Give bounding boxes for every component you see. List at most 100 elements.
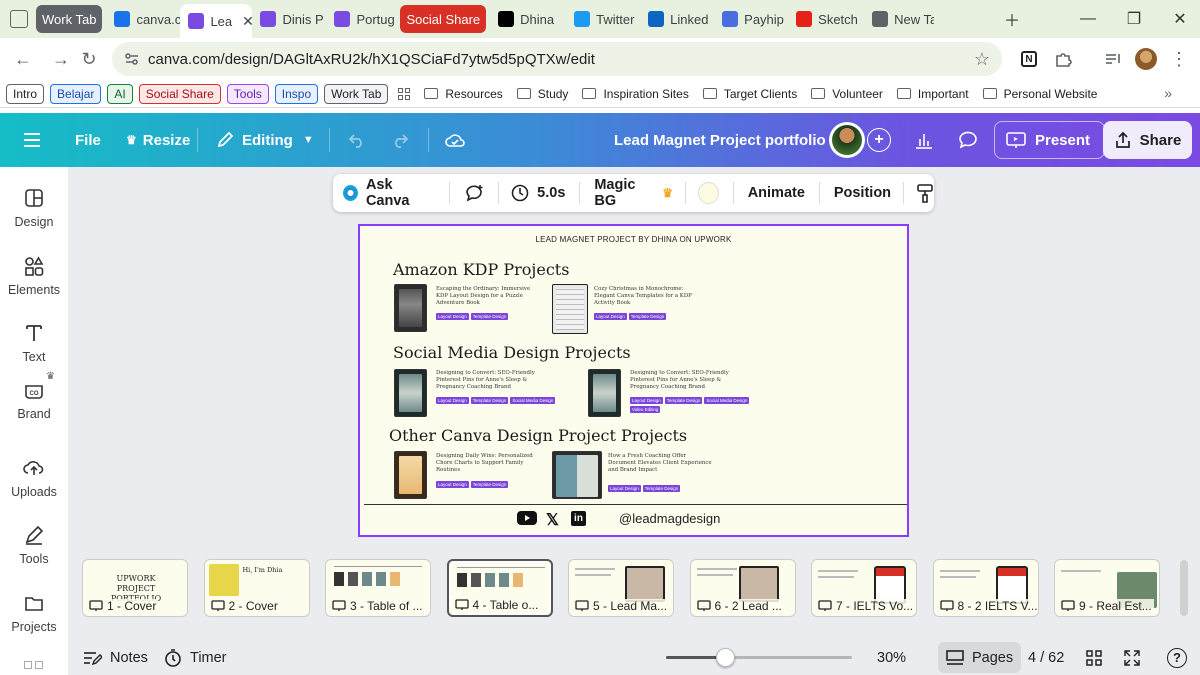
cloud-saved-icon[interactable] bbox=[444, 113, 466, 167]
redo-icon[interactable] bbox=[390, 113, 410, 167]
project-description[interactable]: Designing to Convert: SEO-Friendly Pinte… bbox=[630, 370, 740, 391]
sidebar-item-projects[interactable]: Projects bbox=[0, 592, 68, 634]
ask-canva-button[interactable]: Ask Canva bbox=[343, 177, 435, 209]
bookmark-group-chip[interactable]: Intro bbox=[6, 83, 45, 104]
filmstrip-scrollbar[interactable] bbox=[1180, 560, 1188, 616]
owner-avatar[interactable] bbox=[829, 113, 865, 167]
magic-bg-button[interactable]: Magic BG ♛ bbox=[594, 177, 673, 209]
bookmark-group-chip[interactable]: Inspo bbox=[274, 83, 319, 104]
bookmark-group-chip[interactable]: Tools bbox=[226, 83, 269, 104]
page-thumbnail[interactable]: 7 - IELTS Vo... bbox=[811, 559, 917, 617]
file-menu-button[interactable]: File bbox=[75, 113, 101, 167]
browser-tab[interactable]: canva.c bbox=[106, 5, 180, 33]
tab-search-icon[interactable] bbox=[10, 10, 28, 28]
timing-button[interactable]: 5.0s bbox=[511, 184, 565, 202]
background-color-swatch[interactable] bbox=[697, 182, 719, 204]
sidebar-item-uploads[interactable]: Uploads bbox=[0, 457, 68, 499]
sidebar-item-elements[interactable]: Elements bbox=[0, 255, 68, 297]
bookmark-folder[interactable]: Important bbox=[896, 87, 969, 101]
design-title[interactable]: Lead Magnet Project portfolio bbox=[614, 113, 826, 167]
comment-icon[interactable] bbox=[948, 113, 987, 167]
page-thumbnail[interactable]: 4 - Table o... bbox=[446, 559, 553, 617]
close-window-button[interactable]: ✕ bbox=[1160, 0, 1200, 38]
linkedin-icon[interactable]: in bbox=[571, 511, 586, 526]
youtube-icon[interactable] bbox=[517, 511, 537, 525]
browser-tab[interactable]: Dhina bbox=[490, 5, 566, 33]
undo-icon[interactable] bbox=[347, 113, 367, 167]
project-thumbnail[interactable] bbox=[552, 451, 602, 499]
bookmark-group-chip[interactable]: Work Tab bbox=[324, 83, 389, 104]
notes-button[interactable]: Notes bbox=[82, 640, 148, 675]
project-description[interactable]: How a Fresh Coaching Offer Document Elev… bbox=[608, 453, 713, 474]
project-thumbnail[interactable] bbox=[394, 451, 427, 499]
zoom-percentage[interactable]: 30% bbox=[877, 640, 906, 675]
project-thumbnail[interactable] bbox=[588, 369, 621, 417]
help-icon[interactable]: ? bbox=[1167, 640, 1187, 675]
main-menu-icon[interactable] bbox=[22, 113, 42, 167]
profile-avatar[interactable] bbox=[1133, 46, 1159, 72]
page-thumbnail[interactable]: 3 - Table of ... bbox=[325, 559, 431, 617]
sidebar-item-design[interactable]: Design bbox=[0, 187, 68, 229]
bookmark-star-icon[interactable]: ☆ bbox=[974, 49, 990, 70]
bookmark-folder[interactable]: Personal Website bbox=[982, 87, 1097, 101]
bookmark-group-chip[interactable]: Belajar bbox=[50, 83, 102, 104]
site-info-icon[interactable] bbox=[124, 51, 140, 67]
insights-chart-icon[interactable] bbox=[904, 113, 943, 167]
apps-grid-icon[interactable] bbox=[398, 87, 411, 100]
project-description[interactable]: Escaping the Ordinary: Immersive KDP Lay… bbox=[436, 286, 541, 307]
section-heading-social[interactable]: Social Media Design Projects bbox=[393, 343, 631, 362]
editing-mode-button[interactable]: Editing ▼ bbox=[216, 113, 314, 167]
page-thumbnail[interactable]: 9 - Real Est... bbox=[1054, 559, 1160, 617]
back-arrow-icon[interactable]: ← bbox=[8, 44, 38, 74]
bookmark-folder[interactable]: Volunteer bbox=[811, 87, 883, 101]
page-thumbnail[interactable]: 5 - Lead Ma... bbox=[568, 559, 674, 617]
bookmark-group-chip[interactable]: AI bbox=[107, 83, 133, 104]
page-thumbnail[interactable]: 6 - 2 Lead ... bbox=[689, 559, 796, 617]
browser-tab[interactable]: Twitter bbox=[566, 5, 640, 33]
browser-tab[interactable]: Linked bbox=[640, 5, 714, 33]
sidebar-more-icon[interactable] bbox=[24, 661, 44, 675]
fullscreen-icon[interactable] bbox=[1123, 640, 1141, 675]
page-thumbnail[interactable]: 8 - 2 IELTS V... bbox=[932, 559, 1039, 617]
timer-button[interactable]: Timer bbox=[164, 640, 227, 675]
url-bar[interactable]: canva.com/design/DAGltAxRU2k/hX1QSCiaFd7… bbox=[112, 42, 1002, 76]
resize-button[interactable]: ♛ Resize bbox=[126, 113, 190, 167]
page-thumbnail[interactable]: UPWORK PROJECT PORTFOLIO1 - Cover bbox=[82, 559, 188, 617]
browser-tab[interactable]: Portug bbox=[326, 5, 400, 33]
sidebar-item-tools[interactable]: Tools bbox=[0, 524, 68, 566]
reload-icon[interactable]: ↻ bbox=[74, 44, 104, 74]
bookmark-group-chip[interactable]: Social Share bbox=[138, 83, 221, 104]
tab-group-label[interactable]: Work Tab bbox=[36, 5, 103, 33]
browser-tab[interactable]: Dinis P bbox=[252, 5, 326, 33]
section-heading-other[interactable]: Other Canva Design Project Projects bbox=[389, 426, 687, 445]
project-thumbnail[interactable] bbox=[552, 284, 588, 334]
browser-tab[interactable]: New Ta bbox=[864, 5, 934, 33]
section-heading-kdp[interactable]: Amazon KDP Projects bbox=[393, 260, 569, 279]
zoom-slider[interactable] bbox=[666, 648, 852, 667]
minimize-button[interactable]: — bbox=[1068, 0, 1108, 38]
animate-button[interactable]: Animate bbox=[748, 185, 805, 201]
page-thumbnail[interactable]: Hi, I'm Dhia 2 - Cover bbox=[203, 559, 310, 617]
x-twitter-icon[interactable]: 𝕏 bbox=[546, 510, 559, 530]
browser-tab-active[interactable]: Lea ✕ bbox=[180, 4, 253, 38]
extensions-puzzle-icon[interactable] bbox=[1050, 46, 1076, 72]
share-button[interactable]: Share bbox=[1103, 121, 1192, 159]
browser-tab[interactable]: Payhip bbox=[714, 5, 788, 33]
project-description[interactable]: Designing Daily Wins: Personalized Chore… bbox=[436, 453, 541, 474]
sidebar-item-brand[interactable]: CO ♛ Brand bbox=[0, 371, 68, 421]
more-bookmarks-icon[interactable]: » bbox=[1164, 85, 1172, 101]
social-handle[interactable]: @leadmagdesign bbox=[619, 511, 720, 526]
comment-add-icon[interactable] bbox=[464, 183, 486, 203]
project-description[interactable]: Cozy Christmas in Monochrome: Elegant Ca… bbox=[594, 286, 699, 307]
position-button[interactable]: Position bbox=[834, 185, 891, 201]
media-playlist-icon[interactable] bbox=[1100, 46, 1126, 72]
zoom-slider-handle[interactable] bbox=[716, 648, 736, 667]
browser-menu-icon[interactable]: ⋮ bbox=[1166, 46, 1192, 72]
notion-extension-icon[interactable]: N bbox=[1016, 46, 1042, 72]
bookmark-folder[interactable]: Inspiration Sites bbox=[582, 87, 689, 101]
add-collaborator-icon[interactable]: + bbox=[867, 113, 891, 167]
project-thumbnail[interactable] bbox=[394, 284, 427, 332]
new-tab-button[interactable]: ＋ bbox=[992, 0, 1032, 38]
bookmark-folder[interactable]: Resources bbox=[424, 87, 503, 101]
bookmark-folder[interactable]: Target Clients bbox=[702, 87, 797, 101]
